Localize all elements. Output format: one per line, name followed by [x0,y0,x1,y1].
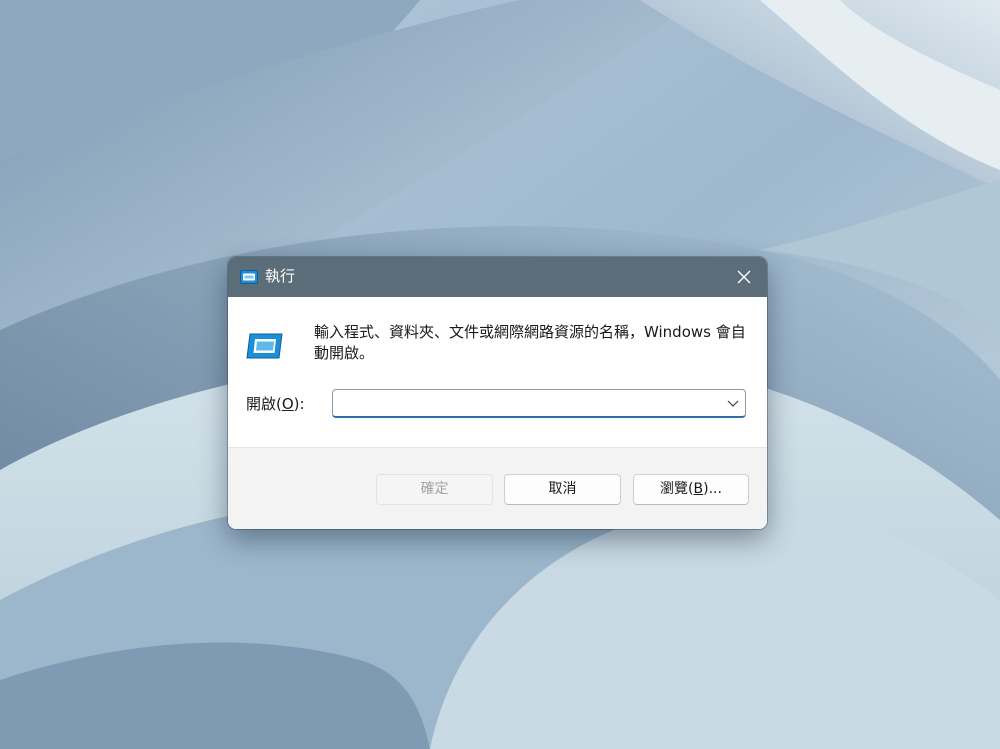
close-icon [737,270,751,284]
open-label-prefix: 開啟( [246,395,282,413]
open-label-suffix: ): [293,395,305,413]
open-combobox[interactable] [332,389,746,418]
open-label: 開啟(O): [246,394,305,414]
run-app-icon [240,270,258,284]
title-bar[interactable]: 執行 [228,257,767,297]
open-label-hotkey: O [281,395,294,413]
open-input[interactable] [337,392,725,414]
browse-label-prefix: 瀏覽( [660,481,694,497]
button-bar: 確定 取消 瀏覽(B)... [228,447,767,529]
browse-label-suffix: )... [703,481,722,497]
chevron-down-icon[interactable] [727,398,739,408]
desktop: 執行 輸入程式、資料夾、文件或網際網路資源的名稱，Windows 會自動開啟。 … [0,0,1000,749]
cancel-button[interactable]: 取消 [504,474,621,505]
close-button[interactable] [721,257,767,297]
run-app-icon [246,333,283,359]
dialog-description: 輸入程式、資料夾、文件或網際網路資源的名稱，Windows 會自動開啟。 [314,323,746,362]
ok-button[interactable]: 確定 [376,474,493,505]
run-dialog: 執行 輸入程式、資料夾、文件或網際網路資源的名稱，Windows 會自動開啟。 … [228,257,767,529]
browse-label-hotkey: B [693,481,704,497]
browse-button[interactable]: 瀏覽(B)... [633,474,749,505]
dialog-content: 輸入程式、資料夾、文件或網際網路資源的名稱，Windows 會自動開啟。 開啟(… [228,297,767,447]
dialog-title: 執行 [265,267,296,285]
